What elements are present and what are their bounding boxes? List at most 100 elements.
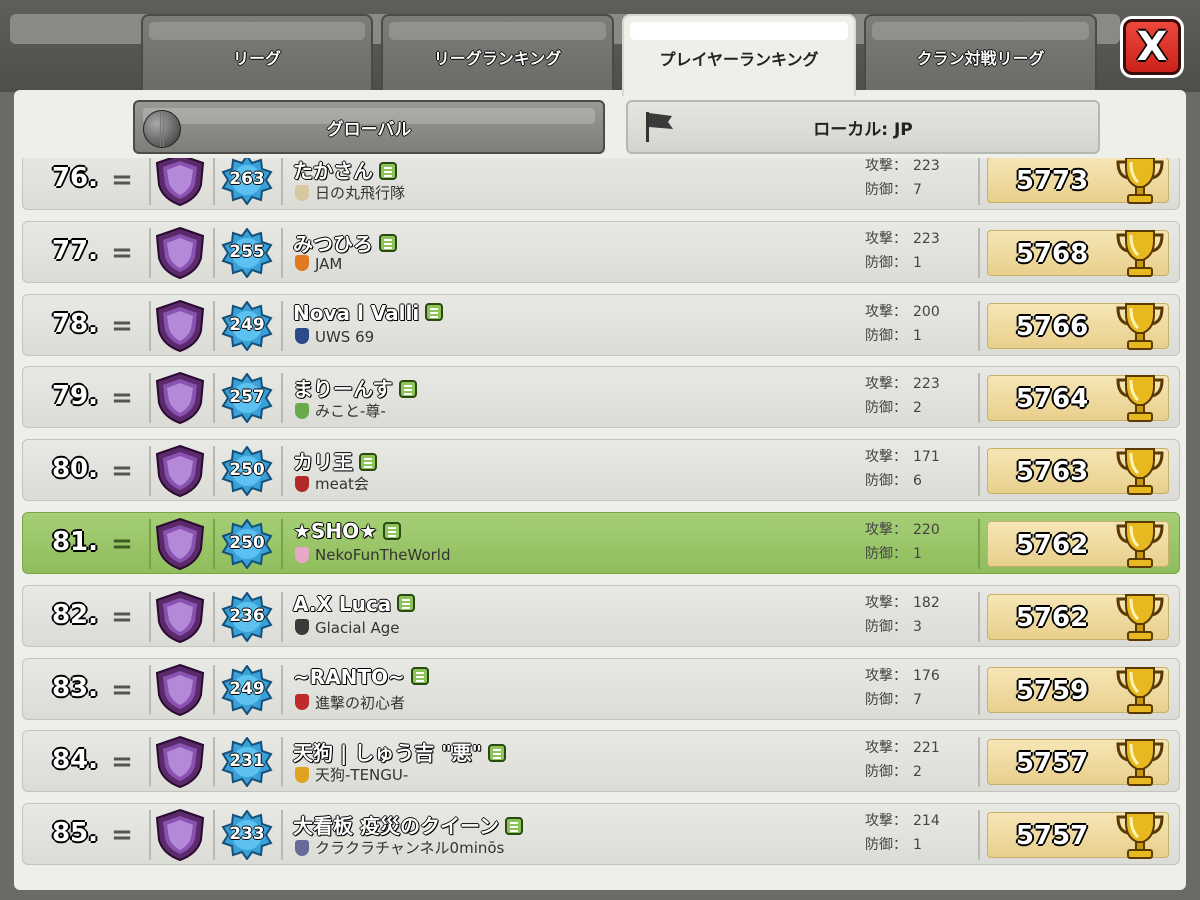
player-name[interactable]: 天狗 | しゅう吉 "悪" [293,737,507,766]
chat-icon[interactable] [359,452,377,471]
chat-icon[interactable] [488,743,507,762]
attack-defense-stats: 攻撃： 223 防御： 7 [865,158,940,202]
close-button[interactable]: X [1120,16,1184,78]
attack-label: 攻撃： [865,230,907,247]
player-row[interactable]: 82. = 236 A.X Luca Glacial Age 攻撃： 182 防御… [22,584,1180,647]
chat-icon[interactable] [425,303,444,322]
player-row[interactable]: 78. = 249 Nova l Valli UWS 69 攻撃： 200 防御：… [22,293,1180,356]
clan-info[interactable]: UWS 69 [295,328,374,346]
chat-icon[interactable] [379,234,397,253]
trophy-icon [1116,302,1164,350]
clan-info[interactable]: みこと-尊- [295,400,386,421]
clan-info[interactable]: Glacial Age [295,619,400,637]
column-divider [213,158,215,205]
player-row[interactable]: 80. = 250 カリ王 meat会 攻撃： 171 防御： 6 5763 [22,439,1180,502]
chat-icon[interactable] [410,667,429,686]
clan-info[interactable]: クラクラチャンネル0minōs [295,837,504,858]
player-name[interactable]: A.X Luca [293,592,416,616]
attack-label: 攻撃： [865,740,907,757]
defense-label: 防御： [865,473,907,490]
chat-icon[interactable] [383,521,402,540]
clan-badge-icon [295,328,309,345]
experience-level: 250 [229,533,265,553]
column-divider [978,158,980,205]
trophy-count-box: 5764 [987,375,1169,423]
trophy-count-box: 5762 [987,593,1169,641]
column-divider [978,737,980,788]
chat-icon[interactable] [379,161,397,180]
column-divider [149,300,151,351]
chat-icon[interactable] [504,816,523,835]
legend-league-icon [155,445,205,498]
player-name-text: カリ王 [293,450,353,475]
trophy-count: 5766 [1015,311,1089,342]
defense-stat: 防御： 3 [865,615,940,639]
column-divider [281,158,283,205]
clan-name: みこと-尊- [315,402,386,421]
attack-wins: 221 [913,740,940,757]
tab-player-ranking[interactable]: プレイヤーランキング [622,14,856,96]
column-divider [281,664,283,715]
column-divider [281,373,283,424]
player-row[interactable]: 79. = 257 まりーんす みこと-尊- 攻撃： 223 防御： 2 5764 [22,366,1180,429]
trophy-count-box: 5757 [987,812,1169,860]
player-name[interactable]: まりーんす [293,373,417,402]
column-divider [213,664,215,715]
player-row[interactable]: 76. = 263 たかさん 日の丸飛行隊 攻撃： 223 防御： 7 5773 [22,158,1180,210]
clan-name: 日の丸飛行隊 [315,184,406,202]
player-name[interactable]: みつひろ [293,228,397,257]
defense-stat: 防御： 2 [865,396,940,420]
attack-label: 攻撃： [865,667,907,684]
clan-info[interactable]: 天狗-TENGU- [295,764,408,785]
column-divider [149,373,151,424]
player-row[interactable]: 84. = 231 天狗 | しゅう吉 "悪" 天狗-TENGU- 攻撃： 221… [22,730,1180,793]
defense-stat: 防御： 7 [865,688,940,712]
player-row[interactable]: 77. = 255 みつひろ JAM 攻撃： 223 防御： 1 5768 [22,220,1180,283]
player-name[interactable]: ~RANTO~ [293,665,429,689]
clan-info[interactable]: JAM [295,255,342,273]
player-row[interactable]: 83. = 249 ~RANTO~ 進撃の初心者 攻撃： 176 防御： 7 575… [22,657,1180,720]
rank-number: 85. [51,818,99,849]
tab-league[interactable]: リーグ [141,14,373,94]
experience-level-badge: 249 [221,300,273,351]
legend-league-icon [155,158,205,207]
trophy-count: 5762 [1015,602,1089,633]
player-name[interactable]: 大看板 疫災のクイーン [293,810,523,839]
chat-icon[interactable] [398,379,417,398]
experience-level: 249 [229,314,265,335]
player-name-text: ★SHO★ [293,519,378,543]
rank-change-indicator: = [111,237,133,268]
clan-info[interactable]: meat会 [295,473,369,494]
player-ranking-list[interactable]: 76. = 263 たかさん 日の丸飛行隊 攻撃：223 防御：7 5773 [22,158,1180,888]
attack-label: 攻撃： [865,158,907,174]
player-name[interactable]: Nova l Valli [293,301,444,325]
clan-info[interactable]: 日の丸飛行隊 [295,182,405,203]
tab-league-ranking[interactable]: リーグランキング [381,14,614,94]
tab-clan-war-league[interactable]: クラン対戦リーグ [864,14,1097,94]
flag-icon [646,112,673,142]
column-divider [978,227,980,278]
rank-number: 80. [51,454,99,485]
tab-player-ranking-label: プレイヤーランキング [659,50,819,69]
player-name-text: ~RANTO~ [293,664,405,689]
trophy-icon [1116,158,1164,204]
chat-icon[interactable] [397,594,416,613]
local-filter-button[interactable]: ローカル: JP [626,100,1100,154]
player-row[interactable]: 85. = 233 大看板 疫災のクイーン クラクラチャンネル0minōs 攻撃… [22,803,1180,866]
clan-name: NekoFunTheWorld [315,546,451,564]
attack-label: 攻撃： [865,303,907,320]
rank-change-indicator: = [111,601,133,632]
clan-info[interactable]: 進撃の初心者 [295,692,405,713]
player-name[interactable]: ★SHO★ [293,519,402,543]
defense-wins: 6 [913,473,922,490]
clan-info[interactable]: NekoFunTheWorld [295,546,450,564]
player-name[interactable]: たかさん [293,158,397,184]
defense-stat: 防御： 6 [865,469,940,493]
attack-wins: 223 [913,230,940,247]
player-row[interactable]: 81. = 250 ★SHO★ NekoFunTheWorld 攻撃： 220 防… [22,512,1180,574]
column-divider [978,446,980,497]
global-filter-button[interactable]: グローバル [133,100,605,154]
attack-defense-stats: 攻撃： 223 防御： 2 [865,372,940,420]
clan-name: クラクラチャンネル0minōs [315,839,505,858]
player-name[interactable]: カリ王 [293,446,377,475]
